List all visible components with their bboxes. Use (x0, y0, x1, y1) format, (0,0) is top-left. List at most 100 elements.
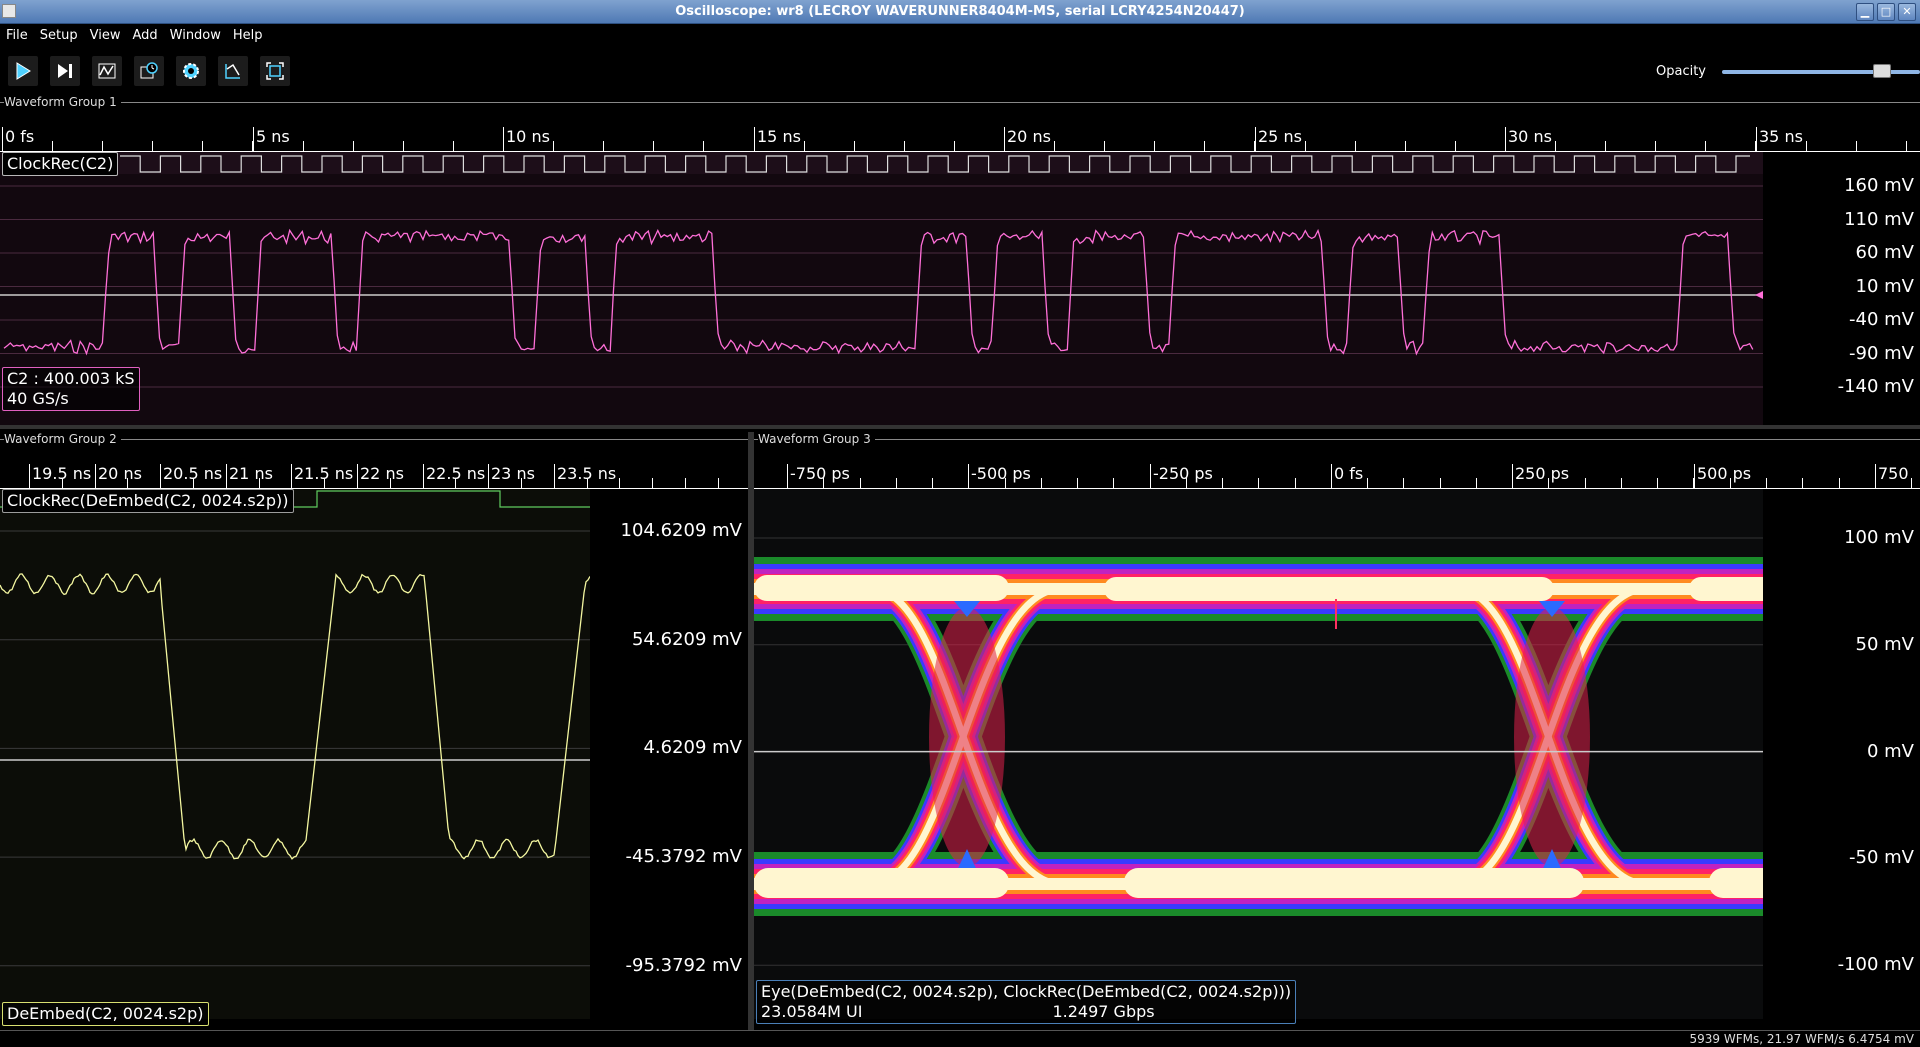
ruler-tick-label: -250 ps (1153, 464, 1213, 483)
ruler-major-tick (787, 464, 788, 488)
waveform-group-3: Waveform Group 3 -750 ps -500 ps -250 ps 0 … (754, 432, 1920, 1030)
horizontal-splitter[interactable] (0, 425, 1920, 429)
ruler-minor-tick (1839, 478, 1840, 488)
menu-help[interactable]: Help (227, 24, 269, 43)
ruler-tick-label: 23.5 ns (557, 464, 617, 483)
ruler-minor-tick (854, 141, 855, 151)
channel-sample-count: C2 : 400.003 kS (7, 369, 135, 388)
settings-button[interactable] (176, 56, 206, 86)
ruler-tick-label: 15 ns (757, 127, 801, 146)
ruler-minor-tick (1766, 478, 1767, 488)
eye-ui-count: 23.0584M UI (761, 1002, 863, 1021)
gear-icon (183, 63, 199, 79)
eye-hot-region (1124, 868, 1584, 898)
ruler-major-tick (423, 464, 424, 488)
eye-pattern-plot[interactable] (754, 489, 1763, 1019)
ruler-minor-tick (102, 141, 103, 151)
ruler-tick-label: 20.5 ns (163, 464, 223, 483)
toolbar: Opacity (0, 50, 1920, 90)
title-bar: Oscilloscope: wr8 (LECROY WAVERUNNER8404… (0, 0, 1920, 24)
ruler-major-tick (1875, 464, 1876, 488)
channel-info-box[interactable]: C2 : 400.003 kS 40 GS/s (2, 367, 140, 411)
waveform-group-1: Waveform Group 1 0 fs 5 ns 10 ns 15 ns 20 ns… (0, 95, 1920, 425)
ruler-major-tick (226, 464, 227, 488)
y-axis-label: 0 mV (1866, 740, 1914, 762)
close-button[interactable]: ✕ (1898, 3, 1916, 21)
ruler-minor-tick (1054, 141, 1055, 151)
opacity-slider[interactable] (1722, 64, 1920, 78)
ruler-minor-tick (718, 478, 719, 488)
y-axis-label: -40 mV (1849, 309, 1914, 330)
group-label: Waveform Group 1 (4, 95, 121, 109)
timeline-ruler[interactable]: -750 ps -500 ps -250 ps 0 fs 250 ps 500 ps 750 (754, 452, 1920, 489)
ruler-tick-label: 35 ns (1759, 127, 1803, 146)
waveform-plot[interactable]: ClockRec(C2) C2 : 400.003 kS 40 GS/s (0, 152, 1763, 425)
ruler-major-tick (95, 464, 96, 488)
plot-background (0, 489, 590, 1019)
clock-channel-label[interactable]: ClockRec(DeEmbed(C2, 0024.s2p)) (2, 489, 294, 513)
ruler-tick-label: 500 ps (1697, 464, 1752, 483)
clock-channel-label[interactable]: ClockRec(C2) (2, 152, 119, 176)
single-trigger-button[interactable] (50, 56, 80, 86)
menu-setup[interactable]: Setup (34, 24, 84, 43)
ruler-minor-tick (1705, 141, 1706, 151)
y-axis-label: 4.6209 mV (643, 737, 742, 759)
menu-file[interactable]: File (0, 24, 34, 43)
ruler-major-tick (968, 464, 969, 488)
y-axis-label: -140 mV (1837, 376, 1914, 397)
y-axis[interactable]: 100 mV 50 mV 0 mV -50 mV -100 mV (1763, 489, 1920, 1029)
timeline-ruler[interactable]: 0 fs 5 ns 10 ns 15 ns 20 ns 25 ns 30 ns 35 ns (0, 115, 1920, 152)
minimize-button[interactable]: ▁ (1856, 3, 1874, 21)
plot-background (0, 152, 1763, 425)
timeline-ruler[interactable]: 19.5 ns 20 ns 20.5 ns 21 ns 21.5 ns 22 ns 22.5… (0, 452, 748, 489)
start-trigger-button[interactable] (8, 56, 38, 86)
menu-window[interactable]: Window (164, 24, 227, 43)
channel-sample-rate: 40 GS/s (7, 389, 69, 408)
ruler-tick-label: 19.5 ns (32, 464, 92, 483)
ruler-minor-tick (652, 478, 653, 488)
y-axis[interactable]: 160 mV 110 mV 60 mV 10 mV -40 mV -90 mV -140 m… (1763, 152, 1920, 425)
ruler-tick-label: 10 ns (506, 127, 550, 146)
ruler-minor-tick (1258, 478, 1259, 488)
ruler-major-tick (488, 464, 489, 488)
add-measurement-button[interactable] (134, 56, 164, 86)
ruler-minor-tick (1077, 478, 1078, 488)
ruler-major-tick (1004, 127, 1005, 151)
ruler-major-tick (2, 127, 3, 151)
menu-view[interactable]: View (84, 24, 127, 43)
opacity-label: Opacity (1656, 64, 1707, 79)
ruler-minor-tick (1856, 141, 1857, 151)
menu-add[interactable]: Add (126, 24, 163, 43)
ruler-minor-tick (1585, 478, 1586, 488)
group-label: Waveform Group 3 (758, 432, 875, 446)
menu-bar: File Setup View Add Window Help (0, 24, 1920, 48)
fullscreen-button[interactable] (260, 56, 290, 86)
ruler-minor-tick (1806, 141, 1807, 151)
ruler-minor-tick (202, 141, 203, 151)
ruler-tick-label: 20 ns (98, 464, 142, 483)
y-axis[interactable]: 104.6209 mV 54.6209 mV 4.6209 mV -45.3792 m… (590, 489, 748, 1029)
waveform-button[interactable] (92, 56, 122, 86)
channel-info-box[interactable]: DeEmbed(C2, 0024.s2p) (2, 1002, 209, 1026)
eye-hot-region (1709, 868, 1763, 898)
cursor-button[interactable] (218, 56, 248, 86)
ruler-minor-tick (619, 478, 620, 488)
ruler-major-tick (29, 464, 30, 488)
ruler-tick-label: 30 ns (1508, 127, 1552, 146)
ruler-minor-tick (860, 478, 861, 488)
ruler-minor-tick (353, 141, 354, 151)
eye-info-box[interactable]: Eye(DeEmbed(C2, 0024.s2p), ClockRec(DeEm… (756, 980, 1297, 1024)
ruler-minor-tick (896, 478, 897, 488)
ruler-tick-label: 5 ns (256, 127, 290, 146)
ruler-minor-tick (904, 141, 905, 151)
y-axis-label: -50 mV (1849, 847, 1914, 869)
ruler-major-tick (1505, 127, 1506, 151)
status-text: 5939 WFMs, 21.97 WFM/s 6.4754 mV (1689, 1032, 1914, 1046)
opacity-slider-handle[interactable] (1873, 64, 1892, 78)
ruler-minor-tick (453, 141, 454, 151)
waveform-plot[interactable]: ClockRec(DeEmbed(C2, 0024.s2p)) (0, 489, 590, 1019)
y-axis-label: -100 mV (1837, 954, 1914, 976)
maximize-button[interactable]: □ (1877, 3, 1895, 21)
ruler-minor-tick (932, 478, 933, 488)
ruler-major-tick (1255, 127, 1256, 151)
